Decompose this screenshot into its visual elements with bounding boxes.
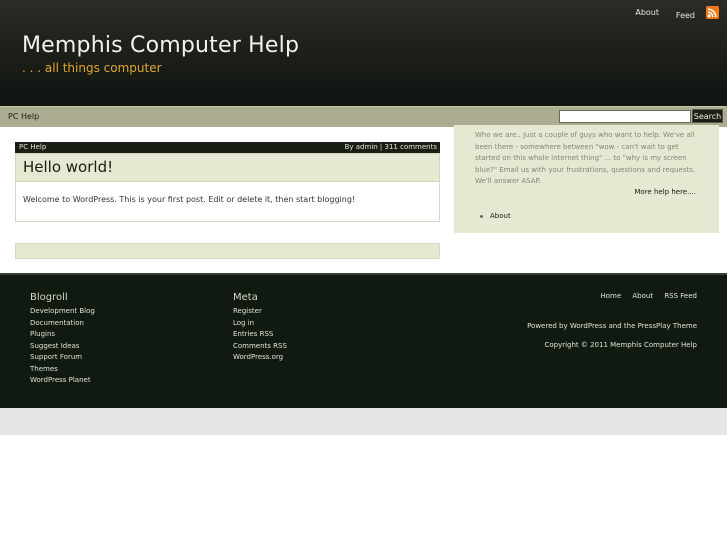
meta-link[interactable]: Register (233, 306, 287, 318)
post-author-comments[interactable]: By admin | 311 comments (345, 143, 437, 151)
site-footer: Blogroll Development Blog Documentation … (0, 273, 727, 410)
sidebar-page-about[interactable]: About (480, 212, 511, 220)
post-footer (15, 243, 440, 259)
blogroll-link[interactable]: Development Blog (30, 306, 95, 318)
nav-bar: PC Help Search (0, 106, 727, 127)
top-about-link[interactable]: About (635, 8, 659, 17)
post-title-box: Hello world! (15, 153, 440, 182)
blogroll-link[interactable]: Themes (30, 364, 95, 376)
site-title[interactable]: Memphis Computer Help (22, 33, 299, 58)
blogroll-title: Blogroll (30, 292, 68, 303)
rss-feed-icon[interactable] (706, 6, 719, 19)
post-title[interactable]: Hello world! (23, 158, 113, 176)
page: About Feed Memphis Computer Help . . . a… (0, 0, 727, 545)
meta-link[interactable]: Entries RSS (233, 329, 287, 341)
top-feed-link[interactable]: Feed (676, 11, 695, 20)
meta-link[interactable]: Comments RSS (233, 341, 287, 353)
blogroll-link[interactable]: WordPress Planet (30, 375, 95, 387)
meta-title: Meta (233, 292, 258, 303)
bottom-strip (0, 408, 727, 435)
blogroll-link[interactable]: Support Forum (30, 352, 95, 364)
search-button[interactable]: Search (692, 109, 723, 123)
post-body: Welcome to WordPress. This is your first… (15, 181, 440, 222)
rss-feed-icon-graphic (707, 8, 717, 18)
footer-nav-home[interactable]: Home (600, 292, 621, 300)
more-help-link[interactable]: More help here.... (634, 188, 696, 196)
footer-nav: Home About RSS Feed (591, 292, 697, 300)
meta-link[interactable]: WordPress.org (233, 352, 287, 364)
blogroll-list: Development Blog Documentation Plugins S… (30, 306, 95, 387)
blogroll-link[interactable]: Suggest Ideas (30, 341, 95, 353)
powered-by[interactable]: Powered by WordPress and the PressPlay T… (527, 322, 697, 330)
blogroll-link[interactable]: Plugins (30, 329, 95, 341)
bullet-icon (480, 214, 483, 218)
sidebar: Who we are.. Just a couple of guys who w… (454, 125, 719, 233)
site-tagline: . . . all things computer (22, 61, 162, 75)
site-header: About Feed Memphis Computer Help . . . a… (0, 0, 727, 106)
post-category-link[interactable]: PC Help (19, 143, 46, 151)
post-text: Welcome to WordPress. This is your first… (23, 195, 356, 204)
meta-list: Register Log in Entries RSS Comments RSS… (233, 306, 287, 364)
sidebar-page-label: About (490, 212, 511, 220)
footer-nav-about[interactable]: About (632, 292, 653, 300)
blogroll-link[interactable]: Documentation (30, 318, 95, 330)
sidebar-about-text: Who we are.. Just a couple of guys who w… (475, 131, 696, 185)
search-input[interactable] (559, 110, 691, 123)
nav-item-pc-help[interactable]: PC Help (8, 112, 39, 121)
post-meta-bar: PC Help By admin | 311 comments (15, 142, 440, 153)
footer-nav-rss-feed[interactable]: RSS Feed (664, 292, 697, 300)
copyright: Copyright © 2011 Memphis Computer Help (544, 341, 697, 349)
meta-link[interactable]: Log in (233, 318, 287, 330)
